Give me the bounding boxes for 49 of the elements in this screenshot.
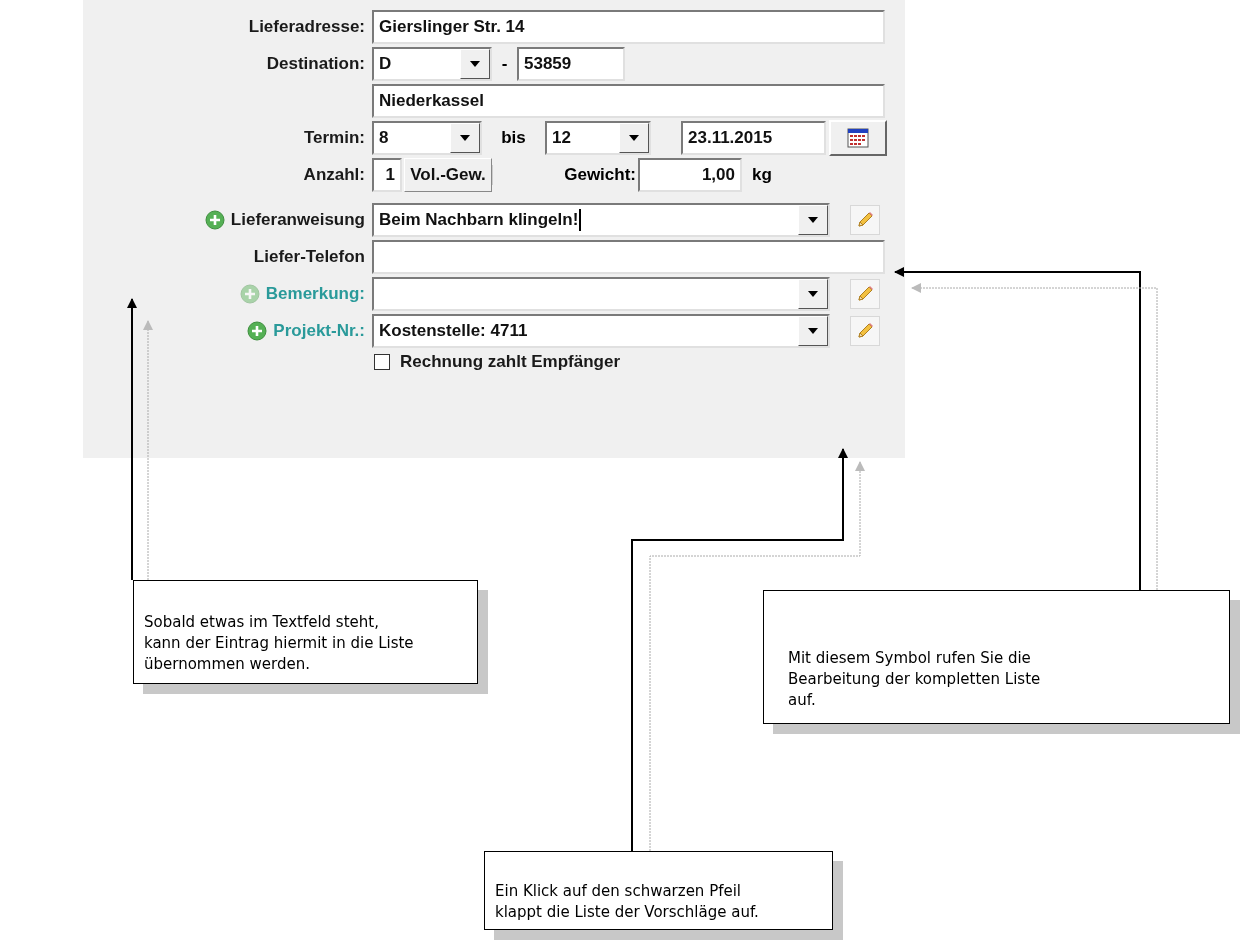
- pencil-icon: [855, 210, 875, 230]
- field-label: Liefer-Telefon: [253, 247, 365, 267]
- calendar-button[interactable]: [829, 120, 887, 156]
- field-label: Lieferanweisung: [230, 210, 365, 230]
- phone-field[interactable]: [372, 240, 885, 274]
- bis-label: bis: [500, 128, 527, 148]
- field-label: Lieferadresse:: [247, 17, 366, 37]
- dropdown-button[interactable]: [798, 279, 828, 309]
- caret-icon: [629, 135, 639, 141]
- pencil-icon: [855, 284, 875, 304]
- volume-weight-button[interactable]: Vol.-Gew.: [404, 158, 492, 192]
- dropdown-button[interactable]: [798, 316, 828, 346]
- pencil-icon: [855, 321, 875, 341]
- caret-icon: [460, 135, 470, 141]
- combo-field[interactable]: Beim Nachbarn klingeln!: [372, 203, 830, 237]
- edit-list-button[interactable]: [850, 205, 880, 235]
- dropdown-button[interactable]: [450, 123, 480, 153]
- caret-icon: [808, 328, 818, 334]
- caret-icon: [470, 61, 480, 67]
- edit-list-button[interactable]: [850, 279, 880, 309]
- city-field[interactable]: Niederkassel: [372, 84, 885, 118]
- add-icon[interactable]: [247, 321, 268, 341]
- field-label: Bemerkung:: [265, 284, 365, 304]
- field-label: Termin:: [302, 128, 366, 148]
- invoice-checkbox[interactable]: Rechnung zahlt Empfänger: [374, 352, 621, 372]
- combo-field[interactable]: Kostenstelle: 4711: [372, 314, 830, 348]
- address-field[interactable]: Gierslinger Str. 14: [372, 10, 885, 44]
- combo-field[interactable]: [372, 277, 830, 311]
- calendar-icon: [847, 128, 869, 148]
- field-label: Projekt-Nr.:: [273, 321, 365, 341]
- unit-label: kg: [752, 165, 772, 185]
- caret-icon: [808, 217, 818, 223]
- field-label: Destination:: [265, 54, 366, 74]
- separator-text: -: [500, 54, 509, 74]
- add-icon[interactable]: [204, 210, 225, 230]
- date-field[interactable]: 23.11.2015: [681, 121, 826, 155]
- caret-icon: [808, 291, 818, 297]
- dropdown-button[interactable]: [619, 123, 649, 153]
- zip-field[interactable]: 53859: [517, 47, 625, 81]
- weight-field[interactable]: 1,00: [638, 158, 742, 192]
- time-to-dropdown[interactable]: 12: [545, 121, 651, 155]
- country-dropdown[interactable]: D: [372, 47, 492, 81]
- checkbox[interactable]: [374, 354, 390, 370]
- time-from-dropdown[interactable]: 8: [372, 121, 482, 155]
- edit-list-button[interactable]: [850, 316, 880, 346]
- dropdown-button[interactable]: [460, 49, 490, 79]
- field-label: Anzahl:: [302, 165, 366, 185]
- dropdown-button[interactable]: [798, 205, 828, 235]
- quantity-field[interactable]: 1: [372, 158, 402, 192]
